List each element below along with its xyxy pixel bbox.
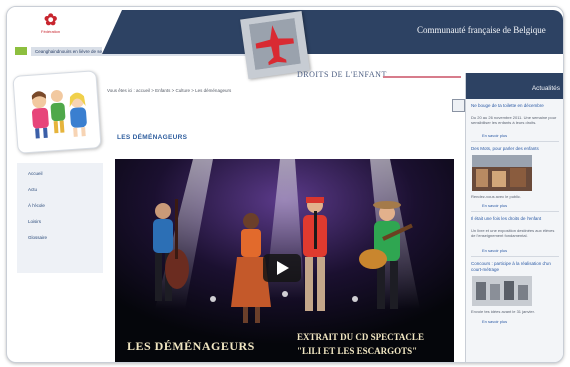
news-sidebar: Actualités Ne bouge de ta toilette en dé… [465,73,563,362]
browser-frame: ✿ Fédération Ceanghaindnouirs en lièvre … [6,6,564,363]
nav-item-loisirs[interactable]: Loisirs [28,219,41,224]
play-icon[interactable] [263,254,301,282]
news-item-title[interactable]: Il était une fois les droits de l'enfant [471,216,559,222]
news-photo[interactable] [472,155,532,191]
children-illustration-icon [31,89,87,139]
news-item-text: Rendez-vous avec le public. [471,194,522,199]
news-sidebar-title: Actualités [531,85,560,92]
video-title-left: LES DÉMÉNAGEURS [127,339,255,353]
children-illustration [12,70,102,154]
side-navigation: Accueil Actu À l'école Loisirs Glossaire [17,163,103,273]
flower-logo-icon[interactable]: ✿ [44,12,70,30]
nav-item-accueil[interactable]: Accueil [28,171,43,176]
news-photo-graphic [472,276,532,306]
service-strip-text: Ceanghaindnouirs en lièvre de serviice [35,49,113,54]
page-title: LES DÉMÉNAGEURS [117,134,188,141]
video-player[interactable]: LES DÉMÉNAGEURS EXTRAIT DU CD SPECTACLE … [115,159,454,362]
nav-item-ecole[interactable]: À l'école [28,203,45,208]
news-divider [471,256,559,257]
nav-item-glossaire[interactable]: Glossaire [28,235,47,240]
section-brand: DROITS DE L'ENFANT [297,70,387,79]
news-item-title[interactable]: Ne bouge de ta toilette en décembre [471,103,559,109]
section-brand-rule [383,76,461,78]
news-photo[interactable] [472,276,532,312]
news-item-link[interactable]: En savoir plus [482,248,507,253]
airplane-emblem-icon-graphic [248,18,301,70]
news-sidebar-header: Actualités [466,73,563,99]
news-item-link[interactable]: En savoir plus [482,319,507,324]
news-divider [471,211,559,212]
news-item-title[interactable]: Des Mots, pour parler des enfants [471,146,559,152]
news-photo-graphic [472,155,532,191]
news-item-link[interactable]: En savoir plus [482,133,507,138]
green-strip [15,47,27,55]
video-title-right-2: "LILI ET LES ESCARGOTS" [297,346,418,356]
video-title-right-1: EXTRAIT DU CD SPECTACLE [297,332,424,342]
logo-subtitle: Fédération [41,29,61,34]
news-item-text: Du 20 au 26 novembre 2011. Une semaine p… [471,115,557,125]
print-icon[interactable] [452,99,465,112]
news-item-text: Un livre et une exposition destinées aux… [471,228,555,238]
news-item-text: Envoie tes idées avant le 31 janvier. [471,309,535,314]
community-title[interactable]: Communauté française de Belgique [417,25,546,35]
nav-item-actu[interactable]: Actu [28,187,37,192]
news-item-link[interactable]: En savoir plus [482,203,507,208]
news-divider [471,141,559,142]
navy-banner-notch [102,10,122,54]
breadcrumb[interactable]: Vous êtes ici : accueil > Enfants > Cult… [107,88,231,93]
news-item-title[interactable]: Concours : participe à la réalisation d'… [471,261,559,272]
airplane-emblem-icon[interactable] [240,10,310,80]
